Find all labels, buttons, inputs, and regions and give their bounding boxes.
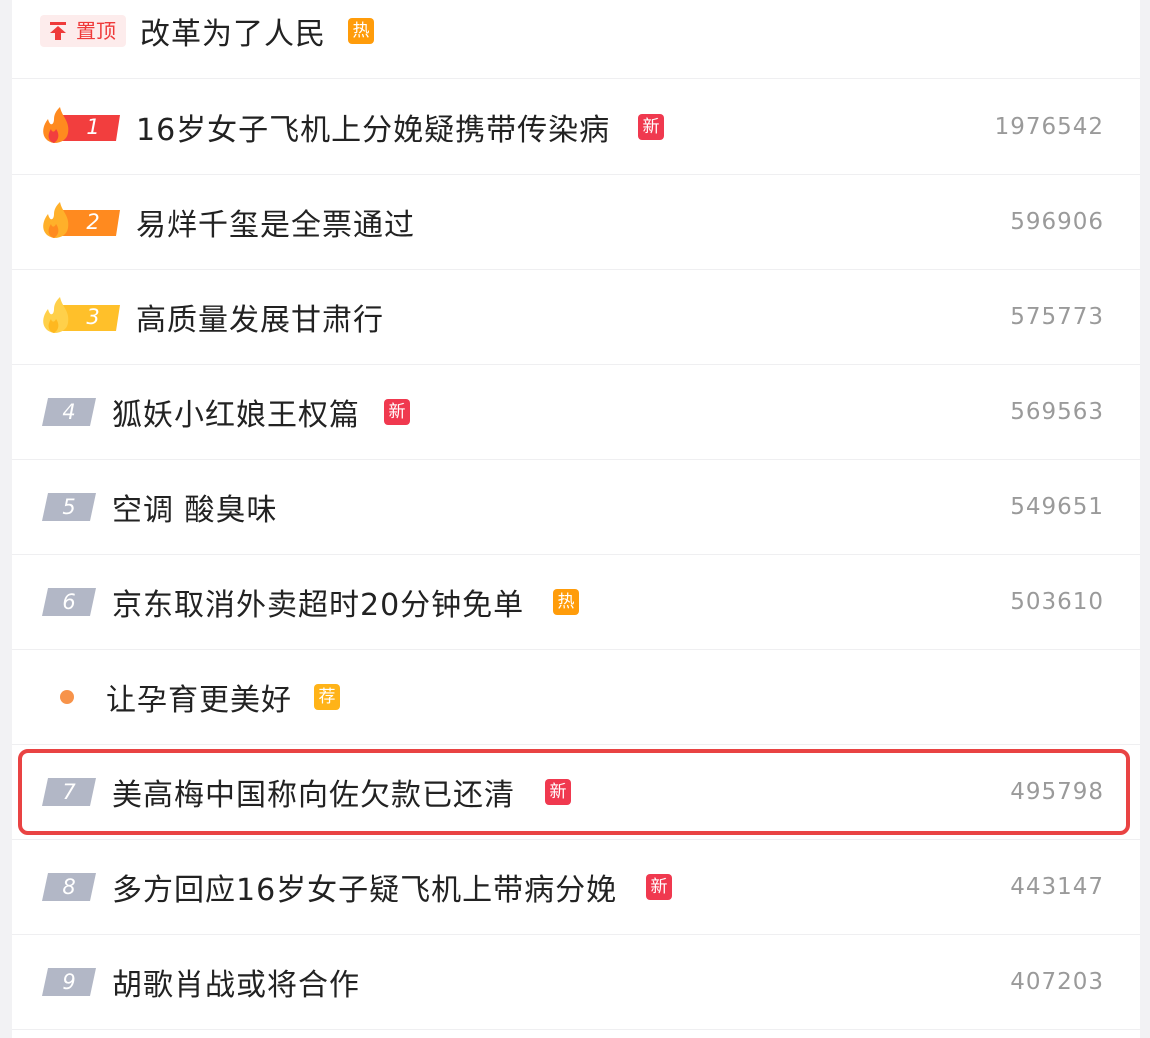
hot-tag: 热 xyxy=(348,18,374,44)
heat-count: 569563 xyxy=(1010,399,1104,425)
pinned-badge: 置顶 xyxy=(40,15,126,47)
heat-count: 443147 xyxy=(1010,874,1104,900)
heat-count: 407203 xyxy=(1010,969,1104,995)
new-tag: 新 xyxy=(646,874,672,900)
new-tag: 新 xyxy=(545,779,571,805)
rank-number: 2 xyxy=(86,210,100,234)
rank-number: 9 xyxy=(62,970,76,994)
rank-number: 8 xyxy=(62,875,76,899)
heat-count: 549651 xyxy=(1010,494,1104,520)
item-title[interactable]: 高质量发展甘肃行 xyxy=(136,295,384,339)
list-item[interactable]: 3 高质量发展甘肃行 575773 xyxy=(12,270,1140,365)
rank-number: 5 xyxy=(62,495,76,519)
list-item[interactable]: 1 16岁女子飞机上分娩疑携带传染病 新 1976542 xyxy=(12,80,1140,175)
pin-top-icon xyxy=(50,22,66,40)
list-item[interactable]: 2 易烊千玺是全票通过 596906 xyxy=(12,175,1140,270)
rank-number: 4 xyxy=(62,400,76,424)
item-title[interactable]: 多方回应16岁女子疑飞机上带病分娩 xyxy=(112,865,617,909)
promoted-item[interactable]: 让孕育更美好 荐 xyxy=(12,650,1140,745)
rank-badge: 7 xyxy=(42,778,96,806)
rank-badge: 3 xyxy=(40,297,120,333)
hot-tag: 热 xyxy=(553,589,579,615)
pinned-title[interactable]: 改革为了人民 xyxy=(140,9,326,53)
list-item[interactable]: 8 多方回应16岁女子疑飞机上带病分娩 新 443147 xyxy=(12,840,1140,935)
rank-badge: 1 xyxy=(40,107,120,143)
list-item[interactable]: 4 狐妖小红娘王权篇 新 569563 xyxy=(12,365,1140,460)
list-item[interactable]: 9 胡歌肖战或将合作 407203 xyxy=(12,935,1140,1030)
heat-count: 575773 xyxy=(1010,304,1104,330)
pinned-row[interactable]: 置顶 改革为了人民 热 xyxy=(12,0,1140,79)
item-title[interactable]: 京东取消外卖超时20分钟免单 xyxy=(112,580,524,624)
rank-number: 3 xyxy=(86,305,100,329)
heat-count: 495798 xyxy=(1010,779,1104,805)
item-title[interactable]: 美高梅中国称向佐欠款已还清 xyxy=(112,770,515,814)
item-title[interactable]: 让孕育更美好 xyxy=(106,675,292,719)
bullet-dot xyxy=(60,690,74,704)
heat-count: 596906 xyxy=(1010,209,1104,235)
item-title[interactable]: 16岁女子飞机上分娩疑携带传染病 xyxy=(136,105,610,149)
rank-badge: 4 xyxy=(42,398,96,426)
pinned-badge-label: 置顶 xyxy=(76,19,116,43)
item-title[interactable]: 狐妖小红娘王权篇 xyxy=(112,390,360,434)
rank-badge: 6 xyxy=(42,588,96,616)
item-title[interactable]: 空调 酸臭味 xyxy=(112,485,278,529)
rank-badge: 2 xyxy=(40,202,120,238)
list-item[interactable]: 6 京东取消外卖超时20分钟免单 热 503610 xyxy=(12,555,1140,650)
rank-number: 7 xyxy=(62,780,76,804)
list-item[interactable]: 5 空调 酸臭味 549651 xyxy=(12,460,1140,555)
item-title[interactable]: 胡歌肖战或将合作 xyxy=(112,960,360,1004)
rank-badge: 9 xyxy=(42,968,96,996)
rank-number: 6 xyxy=(62,590,76,614)
item-title[interactable]: 易烊千玺是全票通过 xyxy=(136,200,415,244)
heat-count: 503610 xyxy=(1010,589,1104,615)
new-tag: 新 xyxy=(384,399,410,425)
rank-number: 1 xyxy=(86,115,100,139)
heat-count: 1976542 xyxy=(994,114,1104,140)
hot-search-list: 置顶 改革为了人民 热 1 16岁女子飞机上分娩疑携带传染病 新 1976542… xyxy=(12,0,1140,1038)
rank-badge: 5 xyxy=(42,493,96,521)
recommend-tag: 荐 xyxy=(314,684,340,710)
list-item[interactable]: 7 美高梅中国称向佐欠款已还清 新 495798 xyxy=(12,745,1140,840)
new-tag: 新 xyxy=(638,114,664,140)
rank-badge: 8 xyxy=(42,873,96,901)
